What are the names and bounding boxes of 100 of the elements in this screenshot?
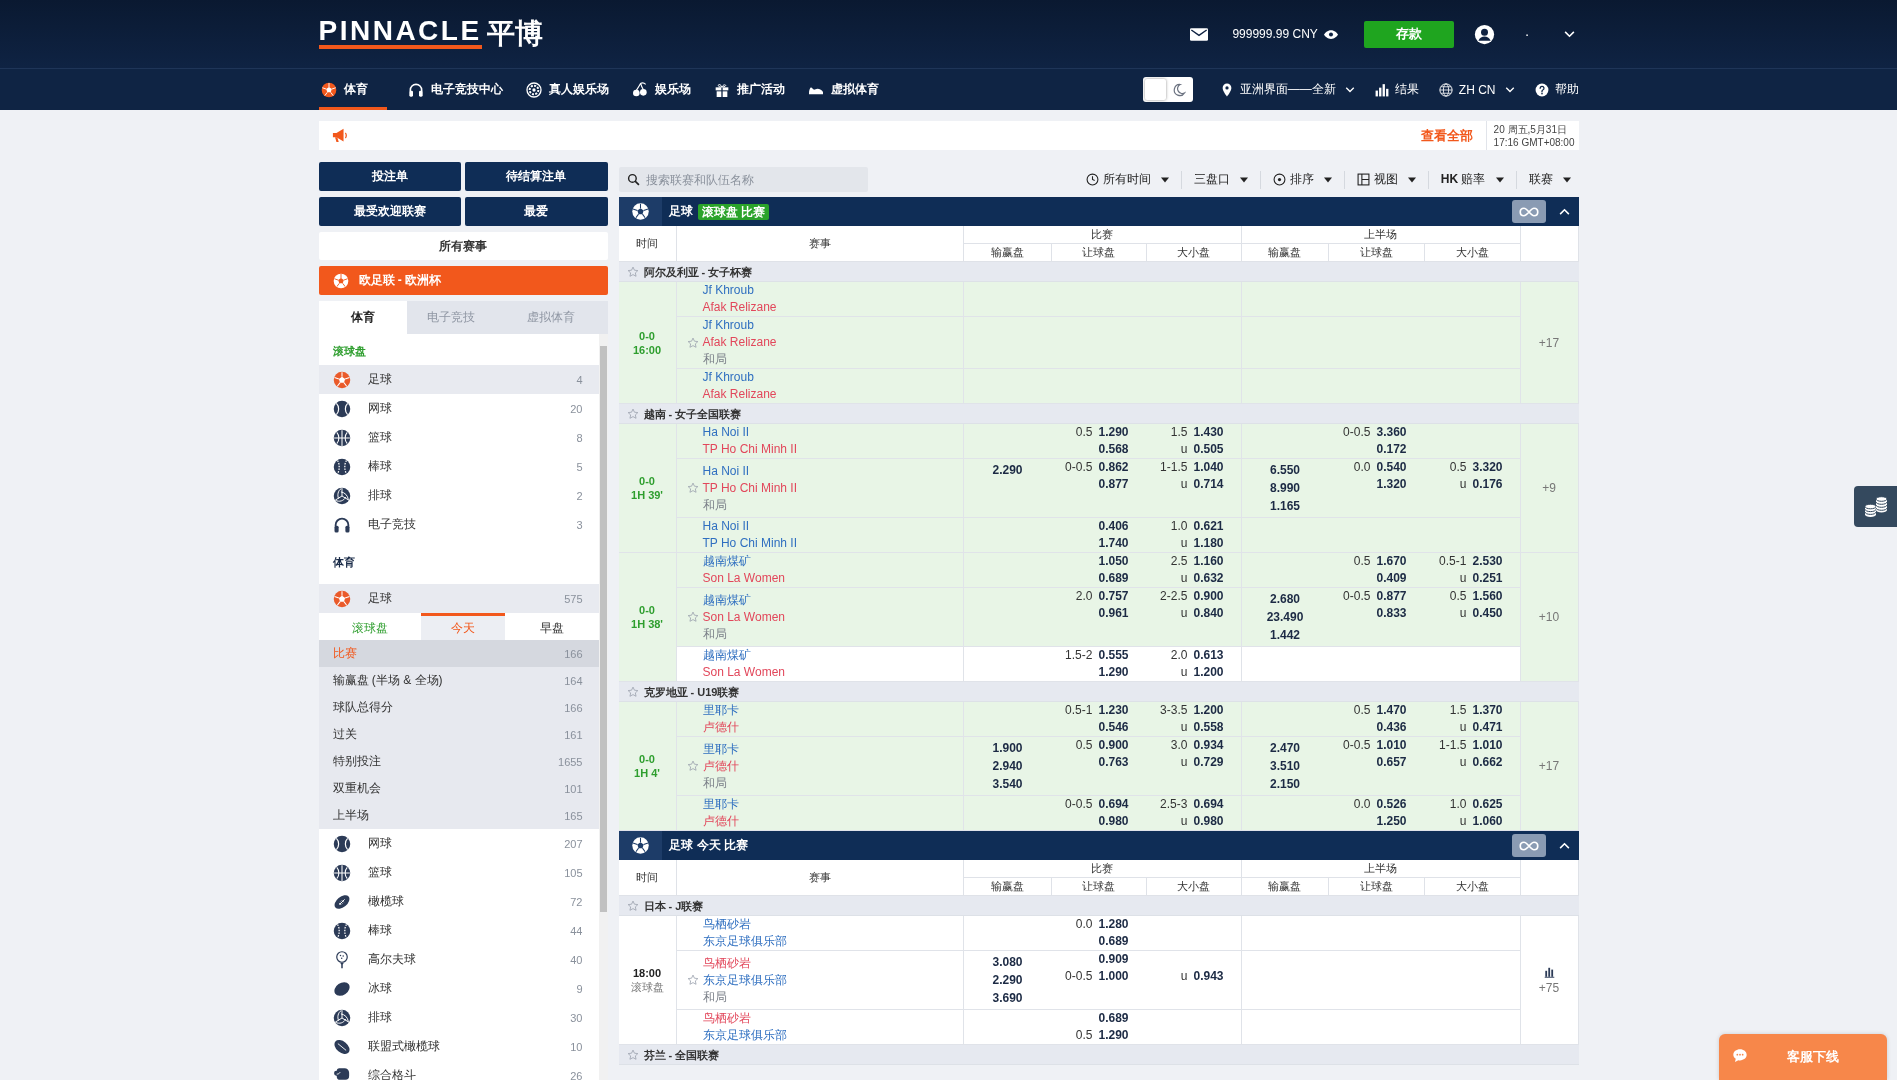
odds-value[interactable]: 3.690 [992,989,1023,1007]
odds-value[interactable]: 1.050 [1098,553,1129,570]
team-name[interactable]: Jf Khroub [702,282,754,299]
team-name[interactable]: 鸟栖砂岩 [702,954,751,972]
odds-value[interactable]: 0.568 [1098,441,1129,458]
more-markets-link[interactable]: +17 [1538,335,1560,350]
team-name[interactable]: Ha Noi II [702,424,750,441]
team-name[interactable]: 东京足球俱乐部 [702,1027,787,1044]
odds-value[interactable]: 1.250 [1376,813,1407,830]
odds-value[interactable]: 0.176 [1472,476,1503,493]
odds-value[interactable]: 0.546 [1098,719,1129,736]
odds-value[interactable]: 0.406 [1098,518,1129,535]
odds-value[interactable]: 2.290 [992,461,1023,479]
odds-value[interactable]: 1.370 [1472,702,1503,719]
odds-value[interactable]: 0.526 [1376,796,1407,813]
filter-dropdown[interactable]: 联赛 [1528,171,1571,188]
odds-value[interactable]: 0.471 [1472,719,1503,736]
odds-value[interactable]: 2.470 [1270,739,1300,757]
team-name[interactable]: 卢德什 [702,813,739,830]
odds-value[interactable]: 0.558 [1193,719,1224,736]
odds-value[interactable]: 0.621 [1193,518,1224,535]
nav-tab[interactable]: 娱乐场 [629,69,710,110]
odds-value[interactable]: 0.757 [1098,588,1129,605]
more-markets-link[interactable]: +10 [1538,610,1560,624]
sport-item[interactable]: 高尔夫球 40 [318,945,599,974]
more-markets-link[interactable]: +17 [1538,759,1560,773]
odds-value[interactable]: 1.740 [1098,535,1129,552]
odds-value[interactable]: 0.505 [1193,441,1224,458]
star-outline-icon[interactable] [686,336,699,349]
team-name[interactable]: 里耶卡 [702,740,739,758]
odds-value[interactable]: 23.490 [1266,608,1304,626]
odds-value[interactable]: 0.450 [1472,605,1503,622]
team-name[interactable]: 卢德什 [702,757,739,775]
odds-value[interactable]: 0.980 [1098,813,1129,830]
sport-item[interactable]: 橄榄球 72 [318,887,599,916]
logo-chinese-text[interactable]: 平博 [486,17,543,51]
odds-value[interactable]: 0.613 [1193,647,1224,664]
odds-value[interactable]: 1.280 [1098,916,1129,933]
odds-value[interactable]: 0.877 [1376,588,1407,605]
odds-value[interactable]: 0.555 [1098,647,1129,664]
sport-item[interactable]: 联盟式橄榄球 10 [318,1032,599,1061]
odds-value[interactable]: 3.540 [992,775,1023,793]
odds-value[interactable]: 0.409 [1376,570,1407,587]
sport-item[interactable]: 网球 207 [318,829,599,858]
star-outline-icon[interactable] [686,611,699,623]
team-name[interactable]: 里耶卡 [702,702,739,719]
odds-value[interactable]: 0.251 [1472,570,1503,587]
sport-item[interactable]: 电子竞技 3 [318,510,599,539]
team-name[interactable]: 鸟栖砂岩 [702,1010,751,1027]
odds-value[interactable]: 0.625 [1472,796,1503,813]
star-outline-icon[interactable] [686,760,699,772]
odds-value[interactable]: 1.000 [1098,968,1129,985]
odds-value[interactable]: 1.010 [1376,737,1407,754]
odds-value[interactable]: 2.680 [1270,590,1300,608]
sidebar-tab[interactable]: 体育 [318,301,407,334]
star-outline-icon[interactable] [626,407,639,420]
team-name[interactable]: 越南煤矿 [702,647,751,664]
odds-value[interactable]: 0.694 [1193,796,1224,813]
odds-value[interactable]: 0.729 [1193,754,1224,771]
team-name[interactable]: TP Ho Chi Minh II [702,441,797,458]
odds-value[interactable]: 1.430 [1193,424,1224,441]
sport-item[interactable]: 网球 20 [318,394,599,423]
more-markets-link[interactable]: +75 [1538,980,1560,995]
odds-value[interactable]: 0.833 [1376,605,1407,622]
user-avatar-icon[interactable] [1473,23,1495,45]
team-name[interactable]: Jf Khroub [702,317,754,334]
team-name[interactable]: 里耶卡 [702,796,739,813]
odds-value[interactable]: 0.662 [1472,754,1503,771]
infinity-button[interactable] [1511,200,1546,223]
sport-item[interactable]: 排球 30 [318,1003,599,1032]
odds-value[interactable]: 1.230 [1098,702,1129,719]
star-outline-icon[interactable] [626,1048,639,1061]
filter-dropdown[interactable]: 所有时间 [1085,171,1169,188]
team-name[interactable]: 越南煤矿 [702,553,751,570]
all-events-button[interactable]: 所有赛事 [318,232,608,260]
odds-value[interactable]: 0.172 [1376,441,1407,458]
odds-value[interactable]: 1.200 [1193,702,1224,719]
market-item[interactable]: 上半场 165 [318,802,599,829]
team-name[interactable]: Afak Relizane [702,299,777,316]
star-outline-icon[interactable] [686,482,699,494]
star-outline-icon[interactable] [626,899,639,912]
odds-value[interactable]: 1.180 [1193,535,1224,552]
nav-tab[interactable]: 真人娱乐场 [523,69,628,110]
help-link[interactable]: 帮助 [1534,81,1579,98]
team-name[interactable]: 东京足球俱乐部 [702,971,787,989]
team-name[interactable]: Son La Women [702,608,785,626]
bar-chart-icon[interactable] [1542,965,1556,978]
odds-value[interactable]: 1.290 [1098,664,1129,681]
odds-value[interactable]: 0.980 [1193,813,1224,830]
interface-dropdown[interactable]: 亚洲界面——全新 [1219,81,1355,98]
team-name[interactable]: 越南煤矿 [702,591,751,609]
star-outline-icon[interactable] [626,265,639,278]
team-name[interactable]: Afak Relizane [702,386,777,403]
theme-toggle[interactable] [1142,77,1193,102]
odds-value[interactable]: 0.540 [1376,459,1407,476]
sport-item[interactable]: 排球 2 [318,481,599,510]
odds-value[interactable]: 3.510 [1270,757,1300,775]
sport-item[interactable]: 篮球 8 [318,423,599,452]
odds-value[interactable]: 0.943 [1193,968,1224,985]
team-name[interactable]: 东京足球俱乐部 [702,933,787,950]
